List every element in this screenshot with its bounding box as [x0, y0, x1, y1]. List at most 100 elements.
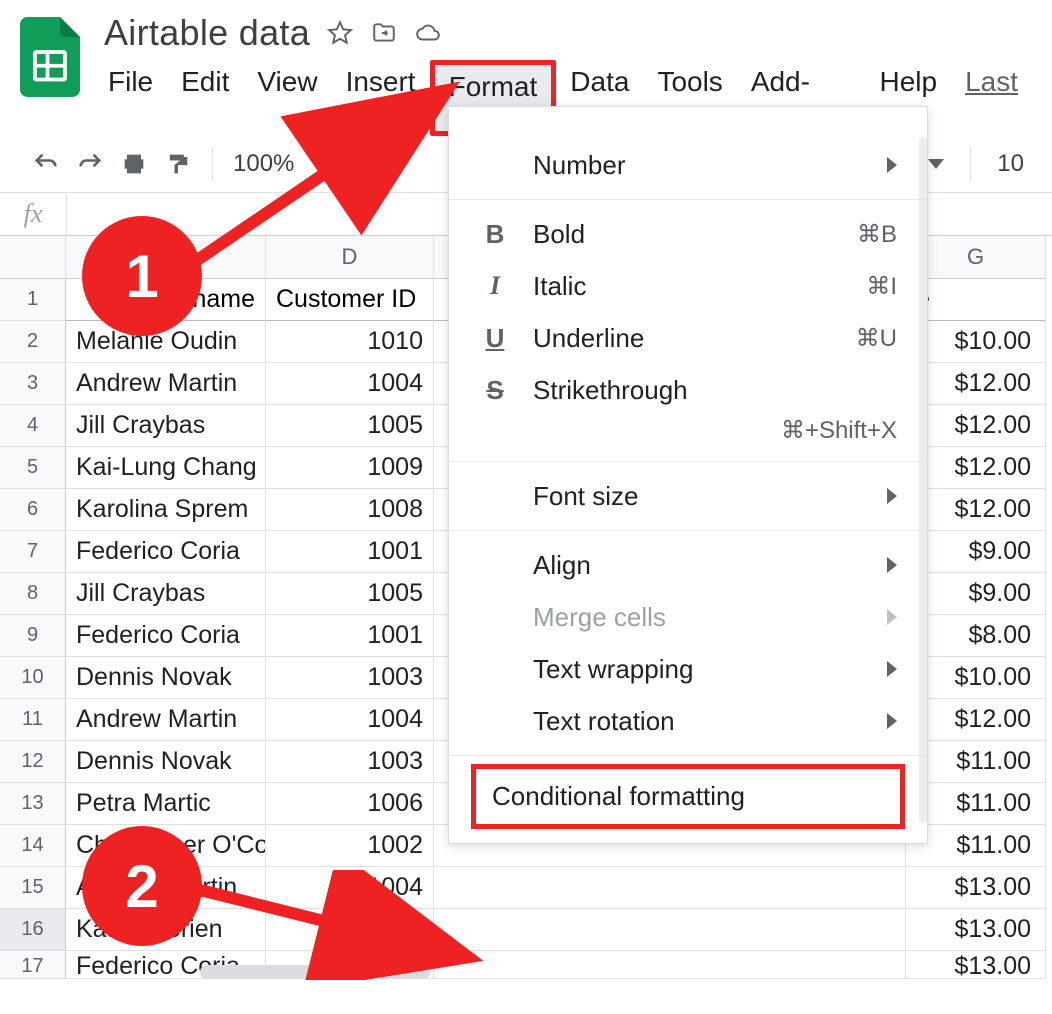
- menu-italic[interactable]: I Italic ⌘I: [449, 260, 927, 312]
- row-header[interactable]: 13: [0, 783, 66, 825]
- menu-number[interactable]: Number: [449, 139, 927, 191]
- cell-hidden[interactable]: [434, 867, 906, 909]
- cell-name[interactable]: Andrew Martin: [66, 699, 266, 741]
- cell-customer-id[interactable]: 1004: [266, 867, 434, 909]
- menu-edit[interactable]: Edit: [167, 60, 243, 136]
- cell-price[interactable]: $13.00: [906, 867, 1046, 909]
- cell-customer-id[interactable]: 1009: [266, 447, 434, 489]
- col-header-D[interactable]: D: [266, 236, 434, 279]
- document-title[interactable]: Airtable data: [104, 12, 310, 54]
- shortcut-label: ⌘+Shift+X: [449, 416, 927, 453]
- menu-underline[interactable]: U Underline ⌘U: [449, 312, 927, 364]
- strikethrough-icon: S: [479, 374, 511, 406]
- submenu-arrow-icon: [887, 557, 897, 573]
- header-customer-id[interactable]: Customer ID: [266, 279, 434, 321]
- cell-customer-id[interactable]: 1001: [266, 531, 434, 573]
- row-header[interactable]: 3: [0, 363, 66, 405]
- cell-name[interactable]: Petra Martic: [66, 783, 266, 825]
- menu-font-size[interactable]: Font size: [449, 470, 927, 522]
- menu-merge-cells: Merge cells: [449, 591, 927, 643]
- row-header[interactable]: 16: [0, 909, 66, 951]
- cell-price[interactable]: $13.00: [906, 909, 1046, 951]
- menu-align[interactable]: Align: [449, 539, 927, 591]
- row-header[interactable]: 17: [0, 951, 66, 979]
- cell-customer-id[interactable]: 1003: [266, 657, 434, 699]
- menu-text-rotation[interactable]: Text rotation: [449, 695, 927, 747]
- menu-text-wrapping[interactable]: Text wrapping: [449, 643, 927, 695]
- move-folder-icon[interactable]: [370, 19, 398, 47]
- cell-hidden[interactable]: [434, 951, 906, 979]
- row-header[interactable]: 6: [0, 489, 66, 531]
- shortcut-label: ⌘U: [856, 324, 897, 353]
- row-header[interactable]: 15: [0, 867, 66, 909]
- row-header[interactable]: 12: [0, 741, 66, 783]
- cell-customer-id[interactable]: 1007: [266, 909, 434, 951]
- row-header[interactable]: 11: [0, 699, 66, 741]
- cell-customer-id[interactable]: 1006: [266, 783, 434, 825]
- toolbar-separator: [212, 147, 213, 181]
- row-header[interactable]: 7: [0, 531, 66, 573]
- print-icon[interactable]: [116, 146, 152, 182]
- cell-name[interactable]: Dennis Novak: [66, 657, 266, 699]
- undo-icon[interactable]: [28, 146, 64, 182]
- cell-customer-id[interactable]: 1005: [266, 573, 434, 615]
- italic-icon: I: [479, 270, 511, 302]
- annotation-badge-1: 1: [82, 216, 202, 336]
- cell-name[interactable]: Jill Craybas: [66, 573, 266, 615]
- menu-insert[interactable]: Insert: [332, 60, 430, 136]
- star-icon[interactable]: [326, 19, 354, 47]
- row-header[interactable]: 5: [0, 447, 66, 489]
- blank-icon: [479, 480, 511, 512]
- menu-file[interactable]: File: [94, 60, 167, 136]
- cell-name[interactable]: Federico Coria: [66, 615, 266, 657]
- sheets-logo[interactable]: [20, 16, 80, 98]
- cell-customer-id[interactable]: 1001: [266, 615, 434, 657]
- cloud-status-icon[interactable]: [414, 19, 442, 47]
- submenu-arrow-icon: [887, 157, 897, 173]
- cell-name[interactable]: Federico Coria: [66, 531, 266, 573]
- menu-strikethrough[interactable]: S Strikethrough: [449, 364, 927, 416]
- menu-bold[interactable]: B Bold ⌘B: [449, 208, 927, 260]
- cell-hidden[interactable]: [434, 909, 906, 951]
- cell-name[interactable]: Kai-Lung Chang: [66, 447, 266, 489]
- cell-name[interactable]: Jill Craybas: [66, 405, 266, 447]
- dropdown-scrollbar[interactable]: [919, 137, 927, 823]
- dropdown-caret-icon[interactable]: [928, 159, 944, 169]
- menu-conditional-formatting[interactable]: Conditional formatting: [471, 764, 905, 829]
- cell-customer-id[interactable]: 1010: [266, 321, 434, 363]
- cell-name[interactable]: Andrew Martin: [66, 363, 266, 405]
- cell-customer-id[interactable]: 1003: [266, 741, 434, 783]
- bold-icon: B: [479, 218, 511, 250]
- row-header[interactable]: 10: [0, 657, 66, 699]
- cell-name[interactable]: Karolina Sprem: [66, 489, 266, 531]
- font-size-value[interactable]: 10: [997, 150, 1024, 178]
- submenu-arrow-icon: [887, 488, 897, 504]
- menu-view[interactable]: View: [243, 60, 331, 136]
- cell-customer-id[interactable]: 1008: [266, 489, 434, 531]
- row-header[interactable]: 4: [0, 405, 66, 447]
- row-header[interactable]: 14: [0, 825, 66, 867]
- cell-customer-id[interactable]: 1004: [266, 699, 434, 741]
- submenu-arrow-icon: [887, 661, 897, 677]
- blank-icon: [479, 653, 511, 685]
- underline-icon: U: [479, 322, 511, 354]
- row-header[interactable]: 1: [0, 279, 66, 321]
- paint-format-icon[interactable]: [160, 146, 196, 182]
- zoom-level[interactable]: 100%: [229, 150, 298, 178]
- formula-bar-label: fx: [0, 193, 66, 235]
- row-header[interactable]: 8: [0, 573, 66, 615]
- cell-price[interactable]: $13.00: [906, 951, 1046, 979]
- cell-customer-id[interactable]: 1004: [266, 363, 434, 405]
- shortcut-label: ⌘B: [857, 220, 897, 249]
- select-all-corner[interactable]: [0, 236, 66, 279]
- cell-customer-id[interactable]: 1005: [266, 405, 434, 447]
- blank-icon: [479, 549, 511, 581]
- cell-name[interactable]: Dennis Novak: [66, 741, 266, 783]
- blank-icon: [479, 601, 511, 633]
- row-header[interactable]: 9: [0, 615, 66, 657]
- redo-icon[interactable]: [72, 146, 108, 182]
- cell-customer-id[interactable]: 1002: [266, 825, 434, 867]
- horizontal-scrollbar[interactable]: [200, 965, 430, 979]
- row-header[interactable]: 2: [0, 321, 66, 363]
- menu-last-edit[interactable]: Last: [951, 60, 1032, 136]
